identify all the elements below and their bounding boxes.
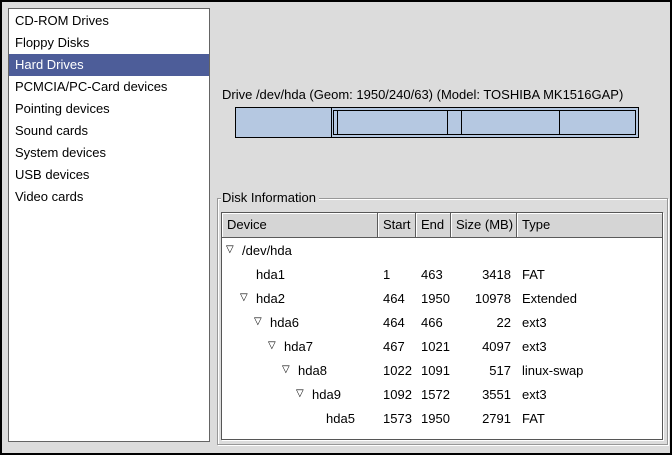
column-header-device[interactable]: Device [222,213,378,238]
column-header-type[interactable]: Type [517,213,662,238]
device-name: hda1 [256,267,285,282]
type-cell: FAT [517,411,662,426]
end-cell: 1021 [416,339,451,354]
sidebar-item-pointing-devices[interactable]: Pointing devices [9,98,209,120]
table-row-hda6[interactable]: ▽hda6 46446622ext3 [222,310,662,334]
start-cell: 467 [378,339,416,354]
partition-table-header: DeviceStartEndSize (MB)Type [222,213,662,238]
primary-partition-divider [331,108,332,137]
type-cell: linux-swap [517,363,662,378]
table-row-hda5[interactable]: hda5 157319502791FAT [222,406,662,430]
device-name: hda7 [284,339,313,354]
sidebar-item-cd-rom-drives[interactable]: CD-ROM Drives [9,10,209,32]
start-cell: 464 [378,315,416,330]
sidebar-item-pcmcia-pc-card-devices[interactable]: PCMCIA/PC-Card devices [9,76,209,98]
device-name: hda2 [256,291,285,306]
device-name: hda8 [298,363,327,378]
size-cell: 517 [451,363,517,378]
tree-expander-icon[interactable]: ▽ [226,238,242,262]
device-category-list[interactable]: CD-ROM DrivesFloppy DisksHard DrivesPCMC… [8,8,210,442]
sidebar-item-floppy-disks[interactable]: Floppy Disks [9,32,209,54]
tree-expander-icon[interactable]: ▽ [240,286,256,310]
type-cell: ext3 [517,387,662,402]
sidebar-item-video-cards[interactable]: Video cards [9,186,209,208]
type-cell: ext3 [517,315,662,330]
start-cell: 1022 [378,363,416,378]
drive-geometry-label: Drive /dev/hda (Geom: 1950/240/63) (Mode… [222,87,623,102]
logical-partition-divider [337,111,338,134]
type-cell: ext3 [517,339,662,354]
column-header-end[interactable]: End [416,213,451,238]
table-row-hda8[interactable]: ▽hda8 10221091517linux-swap [222,358,662,382]
logical-partition-divider [559,111,560,134]
start-cell: 1 [378,267,416,282]
logical-partition-divider [447,111,448,134]
type-cell: Extended [517,291,662,306]
tree-expander-icon[interactable]: ▽ [254,310,270,334]
device-name: /dev/hda [242,243,292,258]
size-cell: 3551 [451,387,517,402]
end-cell: 1950 [416,411,451,426]
hardware-browser-window: CD-ROM DrivesFloppy DisksHard DrivesPCMC… [0,0,672,455]
tree-expander-icon[interactable]: ▽ [282,358,298,382]
sidebar-item-sound-cards[interactable]: Sound cards [9,120,209,142]
size-cell: 3418 [451,267,517,282]
end-cell: 466 [416,315,451,330]
device-name: hda6 [270,315,299,330]
size-cell: 10978 [451,291,517,306]
partition-table: DeviceStartEndSize (MB)Type ▽/dev/hdahda… [221,212,663,440]
start-cell: 1573 [378,411,416,426]
table-row-dev-hda[interactable]: ▽/dev/hda [222,238,662,262]
partition-table-body: ▽/dev/hdahda114633418FAT▽hda246419501097… [222,238,662,430]
tree-expander-icon[interactable]: ▽ [268,334,284,358]
size-cell: 4097 [451,339,517,354]
end-cell: 1572 [416,387,451,402]
table-row-hda2[interactable]: ▽hda2 464195010978Extended [222,286,662,310]
start-cell: 1092 [378,387,416,402]
sidebar-item-usb-devices[interactable]: USB devices [9,164,209,186]
device-name: hda5 [326,411,355,426]
start-cell: 464 [378,291,416,306]
type-cell: FAT [517,267,662,282]
table-row-hda9[interactable]: ▽hda9 109215723551ext3 [222,382,662,406]
end-cell: 1091 [416,363,451,378]
logical-partition-divider [461,111,462,134]
table-row-hda7[interactable]: ▽hda7 46710214097ext3 [222,334,662,358]
end-cell: 1950 [416,291,451,306]
tree-expander-icon[interactable]: ▽ [296,382,312,406]
device-name: hda9 [312,387,341,402]
column-header-size-mb[interactable]: Size (MB) [451,213,517,238]
partition-layout-bar [235,107,639,138]
sidebar-item-system-devices[interactable]: System devices [9,142,209,164]
size-cell: 22 [451,315,517,330]
extended-partition-box [333,110,636,135]
end-cell: 463 [416,267,451,282]
sidebar-item-hard-drives[interactable]: Hard Drives [9,54,209,76]
size-cell: 2791 [451,411,517,426]
table-row-hda1[interactable]: hda1 14633418FAT [222,262,662,286]
column-header-start[interactable]: Start [378,213,416,238]
disk-information-groupbox: Disk Information DeviceStartEndSize (MB)… [217,198,668,445]
disk-information-title: Disk Information [221,190,319,205]
